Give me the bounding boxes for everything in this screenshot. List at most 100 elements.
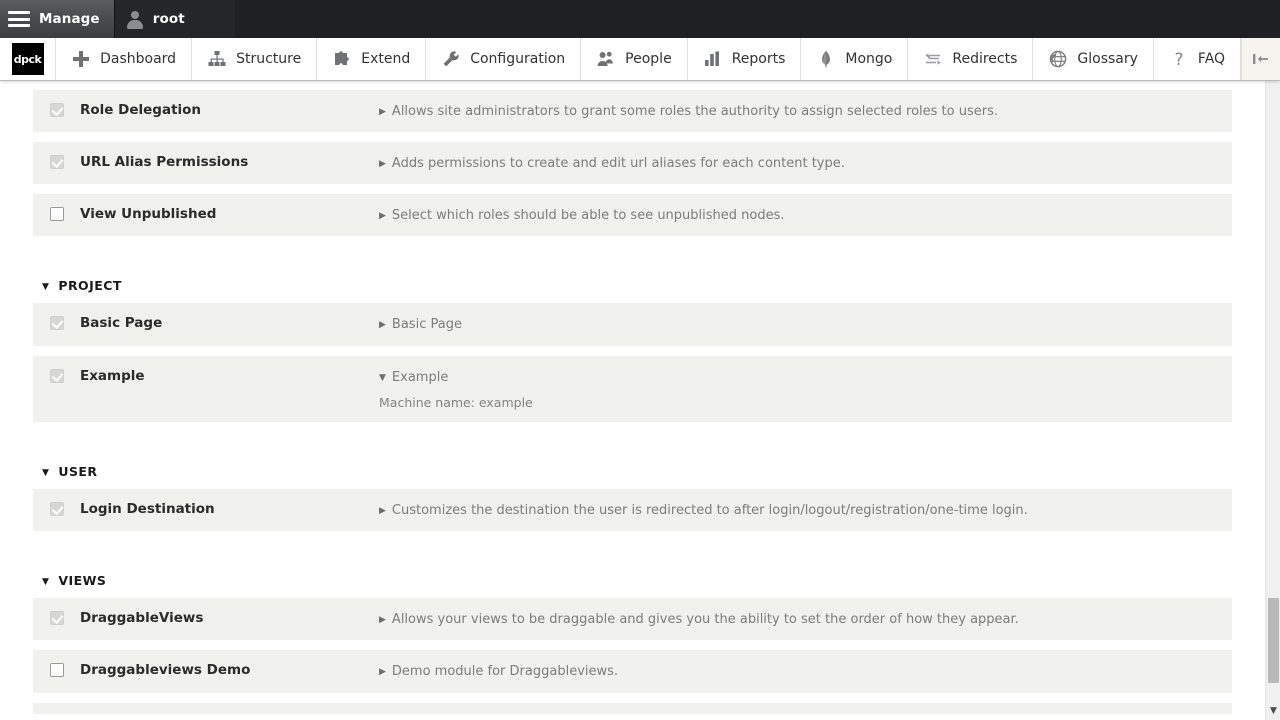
site-logo-mark: dpck: [11, 43, 44, 75]
toolbar-collapse-button[interactable]: [1242, 38, 1280, 80]
expand-caret-icon[interactable]: ▶: [379, 666, 386, 680]
module-description: Select which roles should be able to see…: [391, 208, 785, 224]
toolbar-item-dashboard[interactable]: Dashboard: [56, 38, 193, 80]
table-row[interactable]: Example ▼ Example Machine name: example: [33, 355, 1232, 423]
table-row[interactable]: Basic Page ▶ Basic Page: [33, 303, 1232, 346]
toolbar-item-label: Structure: [236, 51, 302, 67]
module-enable-checkbox[interactable]: [49, 103, 64, 117]
module-description: Allows your views to be draggable and gi…: [391, 612, 1019, 628]
module-description-cell[interactable]: ▶ Basic Page: [379, 303, 1232, 345]
collapse-caret-icon[interactable]: ▼: [42, 577, 49, 587]
expand-caret-icon[interactable]: ▶: [379, 106, 386, 120]
plus-icon: [71, 49, 91, 69]
leaf-icon: [816, 49, 836, 69]
module-name: Basic Page: [80, 315, 163, 332]
admin-bar-user-label: root: [152, 11, 185, 27]
hamburger-menu-icon: [8, 11, 30, 27]
admin-toolbar: dpck Dashboard Structure Extend Configur…: [0, 38, 1280, 81]
toolbar-item-label: Redirects: [952, 51, 1018, 67]
module-description-cell[interactable]: ▶ Allows site administrators to grant som…: [379, 90, 1232, 132]
toolbar-item-extend[interactable]: Extend: [317, 38, 427, 80]
module-enable-checkbox[interactable]: [49, 316, 64, 331]
modules-list: Role Delegation ▶ Allows site administrat…: [0, 90, 1265, 714]
expand-caret-icon[interactable]: ▶: [379, 158, 386, 172]
module-enable-checkbox[interactable]: [49, 502, 64, 517]
toolbar-item-structure[interactable]: Structure: [192, 38, 318, 80]
toolbar-item-glossary[interactable]: Glossary: [1033, 38, 1154, 80]
module-name: Example: [80, 367, 145, 384]
module-description-cell[interactable]: ▶ Select which roles should be able to se…: [379, 194, 1232, 236]
module-description: Allows site administrators to grant some…: [391, 104, 998, 119]
module-enable-checkbox[interactable]: [49, 207, 64, 222]
section-header-views[interactable]: ▼ VIEWS: [33, 551, 1232, 598]
module-enable-checkbox-cell[interactable]: [33, 303, 80, 331]
site-logo[interactable]: dpck: [0, 38, 57, 80]
toolbar-item-faq[interactable]: ? FAQ: [1154, 38, 1242, 80]
module-enable-checkbox-cell[interactable]: [33, 142, 80, 170]
module-description-cell[interactable]: ▶ Demo module for Draggableviews.: [379, 650, 1232, 692]
table-row[interactable]: URL Alias Permissions ▶ Adds permissions …: [33, 142, 1232, 185]
module-enable-checkbox-cell[interactable]: [33, 489, 80, 517]
collapse-caret-icon[interactable]: ▼: [379, 372, 386, 386]
vertical-scrollbar[interactable]: ▼: [1265, 81, 1280, 720]
admin-bar-manage-button[interactable]: Manage: [0, 0, 115, 38]
toolbar-item-label: Glossary: [1077, 51, 1138, 67]
section-title: USER: [58, 464, 98, 480]
section-header-user[interactable]: ▼ USER: [33, 442, 1232, 489]
module-enable-checkbox[interactable]: [49, 368, 64, 383]
toolbar-item-redirects[interactable]: Redirects: [908, 38, 1034, 80]
module-enable-checkbox-cell[interactable]: [33, 356, 80, 383]
collapse-caret-icon[interactable]: ▼: [42, 468, 49, 478]
scrollbar-thumb[interactable]: [1268, 598, 1279, 683]
toolbar-item-reports[interactable]: Reports: [688, 38, 802, 80]
module-name: Draggableviews Demo: [80, 662, 251, 679]
module-enable-checkbox[interactable]: [49, 663, 64, 678]
toolbar-item-label: FAQ: [1197, 51, 1226, 67]
module-description-cell[interactable]: ▶ Customizes the destination the user is …: [379, 489, 1232, 531]
toolbar-item-people[interactable]: People: [581, 38, 688, 80]
toolbar-item-label: Dashboard: [100, 51, 177, 67]
wrench-icon: [441, 49, 461, 69]
module-description: Demo module for Draggableviews.: [391, 664, 619, 680]
scroll-down-arrow-icon[interactable]: ▼: [1266, 704, 1280, 718]
module-enable-checkbox[interactable]: [49, 155, 64, 170]
page-content: Role Delegation ▶ Allows site administrat…: [0, 81, 1265, 720]
toolbar-item-mongo[interactable]: Mongo: [801, 38, 909, 80]
module-description-cell[interactable]: ▶ Allows your views to be draggable and g…: [379, 598, 1232, 640]
toolbar-item-label: People: [625, 51, 672, 67]
module-name: Login Destination: [80, 501, 215, 518]
toolbar-item-label: Reports: [731, 51, 786, 67]
expand-caret-icon[interactable]: ▶: [379, 614, 386, 628]
puzzle-piece-icon: [332, 49, 352, 69]
expand-caret-icon[interactable]: ▶: [379, 210, 386, 224]
table-row[interactable]: Draggableviews Demo ▶ Demo module for Dra…: [33, 650, 1232, 693]
module-enable-checkbox[interactable]: [49, 611, 64, 626]
module-enable-checkbox-cell[interactable]: [33, 650, 80, 678]
section-title: VIEWS: [58, 573, 107, 589]
table-row[interactable]: DraggableViews ▶ Allows your views to be …: [33, 598, 1232, 641]
module-description: Adds permissions to create and edit url …: [391, 156, 845, 172]
module-enable-checkbox-cell[interactable]: [33, 194, 80, 222]
expand-caret-icon[interactable]: ▶: [379, 505, 386, 519]
admin-bar-manage-label: Manage: [39, 11, 100, 27]
module-name: DraggableViews: [80, 610, 204, 627]
module-enable-checkbox-cell[interactable]: [33, 90, 80, 117]
module-description-cell[interactable]: ▼ Example Machine name: example: [379, 356, 1232, 423]
table-row[interactable]: [33, 702, 1232, 714]
toolbar-item-label: Configuration: [470, 51, 566, 67]
section-header-project[interactable]: ▼ PROJECT: [33, 256, 1232, 303]
module-name: URL Alias Permissions: [80, 154, 249, 171]
svg-text:?: ?: [1174, 50, 1183, 68]
table-row[interactable]: View Unpublished ▶ Select which roles sho…: [33, 194, 1232, 237]
expand-caret-icon[interactable]: ▶: [379, 319, 386, 333]
module-description: Customizes the destination the user is r…: [391, 503, 1028, 519]
collapse-caret-icon[interactable]: ▼: [42, 282, 49, 292]
module-description-cell[interactable]: ▶ Adds permissions to create and edit url…: [379, 142, 1232, 184]
toolbar-item-configuration[interactable]: Configuration: [426, 38, 582, 80]
table-row[interactable]: Role Delegation ▶ Allows site administrat…: [33, 90, 1232, 133]
table-row[interactable]: Login Destination ▶ Customizes the destin…: [33, 489, 1232, 532]
admin-bar-user-button[interactable]: root: [114, 0, 235, 38]
swap-arrows-icon: [923, 49, 943, 69]
module-enable-checkbox-cell[interactable]: [33, 598, 80, 626]
module-description: Basic Page: [391, 317, 462, 333]
